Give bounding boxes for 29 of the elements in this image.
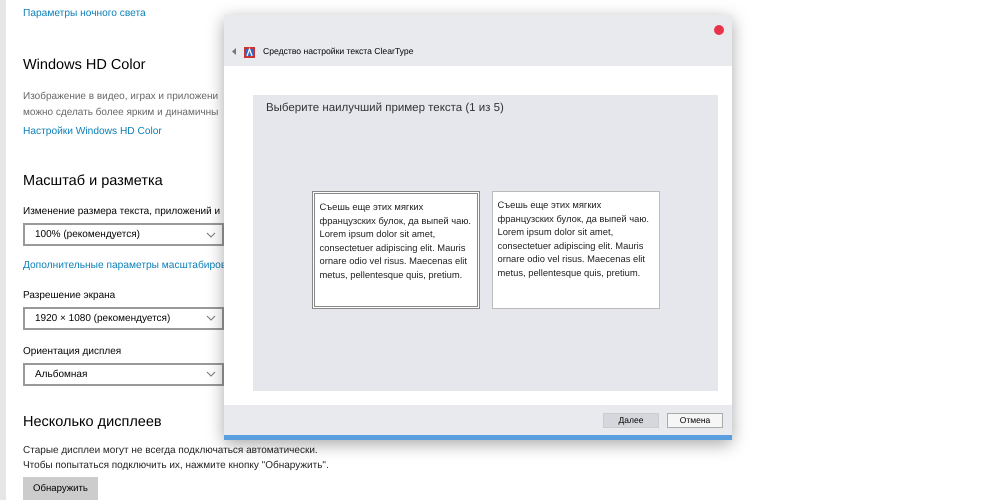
- description-text: Старые дисплеи могут не всегда подключаться автоматически.: [23, 444, 318, 458]
- chevron-icon: [206, 371, 216, 378]
- section-heading: Windows HD Color: [23, 57, 146, 75]
- next-button[interactable]: Далее: [603, 412, 659, 428]
- close-dot-icon[interactable]: [714, 25, 724, 35]
- description-text: Чтобы попытаться подключить их, нажмите кнопку "Обнаружить".: [23, 459, 329, 474]
- detect-button[interactable]: Обнаружить: [23, 477, 98, 500]
- field-label: Ориентация дисплея: [23, 344, 122, 359]
- chevron-icon: [206, 315, 216, 322]
- cancel-button[interactable]: Отмена: [667, 412, 723, 428]
- dropdown-field[interactable]: 1920 × 1080 (рекомендуется): [23, 306, 224, 330]
- chevron-icon: [206, 232, 216, 238]
- section-heading: Несколько дисплеев: [23, 414, 162, 432]
- night-light-link[interactable]: Параметры ночного света: [23, 6, 146, 22]
- dropdown-field[interactable]: 100% (рекомендуется): [23, 223, 224, 246]
- app-icon: [244, 47, 255, 58]
- scaling-link[interactable]: Дополнительные параметры масштабиров: [23, 258, 226, 274]
- description-text: Изображение в видео, играх и приложени: [23, 90, 218, 104]
- field-label: Разрешение экрана: [23, 288, 116, 303]
- hd-color-link[interactable]: Настройки Windows HD Color: [23, 124, 162, 139]
- description-text: можно сделать более ярким и динамичны: [23, 106, 218, 120]
- prompt-text: Выберите наилучший пример текста (1 из 5): [265, 101, 504, 116]
- field-label: Изменение размера текста, приложений и: [23, 205, 220, 220]
- text-sample[interactable]: Съешь еще этих мягких французских булок, да выпей чаю. Lorem ipsum dolor sit amet, consectetuer adipiscing elit. Mauris ornare odio vel risus. Maecenas elit metus, pellentesque quis, pretium.: [312, 191, 480, 309]
- dropdown-field[interactable]: Альбомная: [23, 362, 224, 386]
- window-title: Средство настройки текста ClearType: [263, 45, 414, 58]
- back-icon[interactable]: [232, 48, 236, 55]
- section-heading: Масштаб и разметка: [23, 172, 163, 190]
- text-sample[interactable]: Съешь еще этих мягких французских булок, да выпей чаю. Lorem ipsum dolor sit amet, consectetuer adipiscing elit. Mauris ornare odio vel risus. Maecenas elit metus, pellentesque quis, pretium.: [492, 191, 660, 309]
